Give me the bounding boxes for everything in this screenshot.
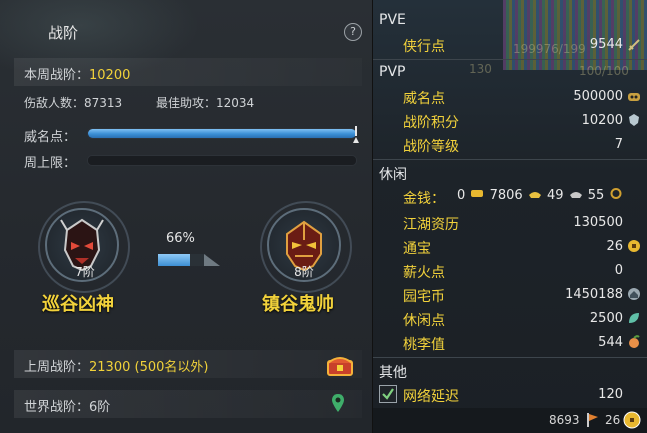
- gold-amounts: 0 7806 49 55: [457, 188, 624, 203]
- latency-checkbox[interactable]: [379, 385, 397, 403]
- panel-title: 战阶: [48, 24, 79, 42]
- gold-ingot-icon: [528, 192, 541, 198]
- last-week-value: 21300 (500名以外): [89, 360, 209, 375]
- gold-value-1: 0: [457, 188, 466, 203]
- prestige-label: 威名点：: [24, 130, 77, 145]
- prestige-bar: [87, 128, 357, 139]
- rank-progress-percent: 66%: [166, 231, 195, 246]
- currency-panel: 199976/199 130 100/100 PVE 侠行点 9544 PVP …: [373, 0, 647, 433]
- row-value-house-coin: 1450188: [565, 287, 623, 302]
- leaf-icon: [629, 313, 639, 323]
- treasure-chest-icon[interactable]: [326, 353, 354, 377]
- help-button[interactable]: ?: [344, 23, 362, 41]
- arrow-right-icon: [204, 254, 220, 266]
- section-header-pvp: PVP: [379, 64, 406, 80]
- row-label-xiaxing: 侠行点: [403, 39, 445, 55]
- row-label-house-coin: 园宅币: [403, 289, 445, 305]
- row-label-rank-points: 战阶积分: [403, 115, 459, 131]
- section-header-other: 其他: [379, 365, 407, 381]
- checkmark-icon: [382, 388, 394, 400]
- background-text: 199976/199: [513, 42, 586, 56]
- row-label-tongbao: 通宝: [403, 241, 431, 257]
- row-value-leisure-points: 2500: [589, 311, 623, 326]
- battle-rank-panel: 战阶 ? 本周战阶：10200 伤敌人数：87313 最佳助攻：12034 威名…: [0, 0, 373, 433]
- kills-label: 伤敌人数：: [24, 96, 85, 110]
- assist-value: 12034: [216, 96, 255, 110]
- background-text: 130: [469, 62, 492, 76]
- flag-icon[interactable]: [585, 412, 599, 428]
- gold-value-2: 7806: [489, 188, 523, 203]
- kills-value: 87313: [84, 96, 123, 110]
- peach-icon: [629, 335, 640, 348]
- weekly-rank-value: 10200: [89, 68, 131, 83]
- row-value-taoli: 544: [598, 335, 623, 350]
- row-value-xiaxing: 9544: [589, 37, 623, 52]
- row-label-rank-level: 战阶等级: [403, 139, 459, 155]
- row-label-leisure-points: 休闲点: [403, 313, 445, 329]
- bar-end-marker-icon: [353, 126, 359, 143]
- mask-icon: [628, 93, 640, 101]
- gold-value-4: 55: [587, 188, 605, 203]
- next-rank-name: 镇谷鬼帅: [262, 294, 334, 315]
- row-value-tongbao: 26: [606, 239, 623, 254]
- footer-value-right: 26: [605, 413, 621, 427]
- row-label-latency: 网络延迟: [403, 389, 459, 405]
- gold-ingot-icon: [471, 190, 484, 197]
- current-rank-name: 巡谷凶神: [42, 294, 114, 315]
- status-footer: 8693 26: [373, 408, 647, 433]
- house-coin-icon: [628, 288, 640, 300]
- row-label-xinhuo: 薪火点: [403, 265, 445, 281]
- coin-icon: [628, 240, 640, 252]
- background-text: 100/100: [579, 64, 629, 78]
- weekly-cap-bar: [87, 155, 357, 166]
- next-rank-level: 8阶: [294, 265, 314, 279]
- location-pin-icon[interactable]: [331, 393, 345, 413]
- rank-progress-bar: [158, 254, 220, 266]
- row-label-prestige: 威名点: [403, 91, 445, 107]
- row-label-gold: 金钱：: [403, 191, 445, 207]
- weekly-cap-label: 周上限：: [24, 156, 77, 171]
- row-value-prestige: 500000: [573, 89, 623, 104]
- gold-value-3: 49: [546, 188, 564, 203]
- coin-icon[interactable]: [623, 411, 641, 429]
- prestige-bar-fill: [88, 129, 356, 138]
- section-header-pve: PVE: [379, 12, 406, 28]
- footer-value-left: 8693: [549, 413, 580, 427]
- sword-icon: [628, 39, 640, 51]
- row-value-rank-level: 7: [614, 137, 623, 152]
- row-label-taoli: 桃李值: [403, 337, 445, 353]
- world-rank-label: 世界战阶：: [24, 400, 90, 415]
- copper-coin-icon: [610, 188, 622, 199]
- weekly-rank-label: 本周战阶：: [24, 68, 90, 83]
- rank-progress-fill: [158, 254, 190, 266]
- section-header-leisure: 休闲: [379, 167, 407, 183]
- row-value-xinhuo: 0: [614, 263, 623, 278]
- crest-icon: [629, 114, 639, 126]
- last-week-label: 上周战阶：: [24, 360, 90, 375]
- row-value-latency: 120: [598, 387, 623, 402]
- row-value-jianghu: 130500: [573, 215, 623, 230]
- silver-ingot-icon: [569, 192, 582, 198]
- world-rank-value: 6阶: [89, 400, 111, 415]
- assist-label: 最佳助攻：: [156, 96, 217, 110]
- row-label-jianghu: 江湖资历: [403, 217, 459, 233]
- row-value-rank-points: 10200: [581, 113, 623, 128]
- current-rank-level: 7阶: [75, 265, 95, 279]
